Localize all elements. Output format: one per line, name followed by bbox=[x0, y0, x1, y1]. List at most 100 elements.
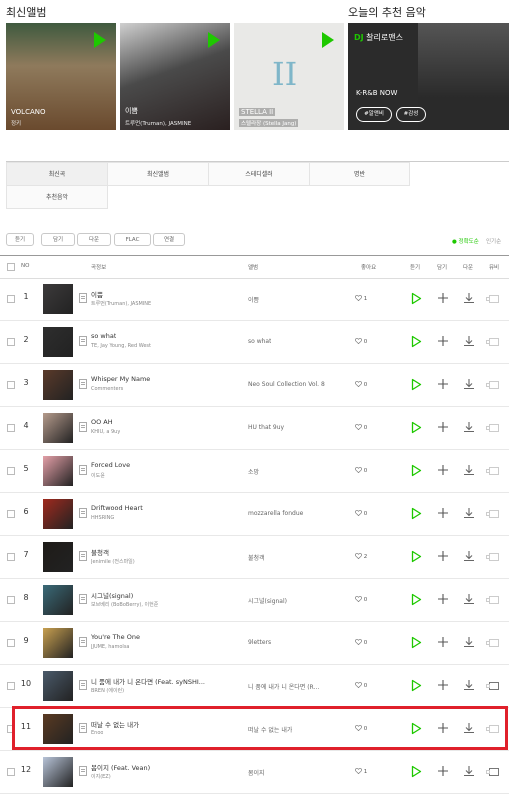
like-button[interactable]: 0 bbox=[355, 424, 367, 431]
sort-popularity[interactable]: 인기순 bbox=[486, 237, 501, 245]
download-icon[interactable] bbox=[463, 421, 475, 433]
add-icon[interactable] bbox=[437, 636, 449, 648]
song-title[interactable]: Whisper My Name bbox=[91, 375, 150, 383]
add-button[interactable]: 담기 bbox=[41, 233, 75, 246]
download-button[interactable]: 다운 bbox=[77, 233, 111, 246]
add-icon[interactable] bbox=[437, 421, 449, 433]
song-info-icon[interactable] bbox=[79, 465, 87, 475]
add-icon[interactable] bbox=[437, 464, 449, 476]
song-info-icon[interactable] bbox=[79, 551, 87, 561]
album-card[interactable]: VOLCANO 정키 bbox=[6, 23, 116, 130]
listen-button[interactable]: 듣기 bbox=[6, 233, 34, 246]
song-title[interactable]: 시그널(signal) bbox=[91, 590, 133, 600]
download-icon[interactable] bbox=[463, 464, 475, 476]
song-album[interactable]: 니 품에 내가 니 온다면 (R... bbox=[248, 682, 319, 691]
add-icon[interactable] bbox=[437, 292, 449, 304]
song-info-icon[interactable] bbox=[79, 508, 87, 518]
like-button[interactable]: 0 bbox=[355, 639, 367, 646]
add-icon[interactable] bbox=[437, 765, 449, 777]
tag-emotion[interactable]: #감성 bbox=[396, 107, 426, 122]
add-icon[interactable] bbox=[437, 378, 449, 390]
table-row[interactable]: 2 so what TE, Jay Young, Red West so what 0 bbox=[0, 320, 509, 364]
song-album[interactable]: Neo Soul Collection Vol. 8 bbox=[248, 381, 325, 388]
song-title[interactable]: 봄이지 (Feat. Vean) bbox=[91, 762, 150, 772]
tab-classics[interactable]: 명반 bbox=[309, 162, 410, 186]
play-icon[interactable] bbox=[94, 32, 106, 48]
download-icon[interactable] bbox=[463, 292, 475, 304]
play-icon[interactable] bbox=[411, 378, 422, 391]
like-button[interactable]: 0 bbox=[355, 682, 367, 689]
row-checkbox[interactable] bbox=[7, 768, 15, 776]
tab-latest-songs[interactable]: 최신곡 bbox=[6, 162, 108, 186]
like-button[interactable]: 0 bbox=[355, 596, 367, 603]
like-button[interactable]: 0 bbox=[355, 338, 367, 345]
album-art[interactable] bbox=[43, 542, 73, 572]
song-artist[interactable]: HHSRING bbox=[91, 515, 114, 521]
download-icon[interactable] bbox=[463, 378, 475, 390]
tag-rnb[interactable]: #알앤비 bbox=[356, 107, 392, 122]
play-icon[interactable] bbox=[411, 292, 422, 305]
song-title[interactable]: 니 품에 내가 니 온다면 (Feat. syNSHI... bbox=[91, 676, 205, 686]
download-icon[interactable] bbox=[463, 507, 475, 519]
add-icon[interactable] bbox=[437, 507, 449, 519]
song-album[interactable]: HU that 9uy bbox=[248, 424, 284, 431]
album-art[interactable] bbox=[43, 413, 73, 443]
play-icon[interactable] bbox=[411, 679, 422, 692]
play-icon[interactable] bbox=[322, 32, 334, 48]
song-album[interactable]: 봄이지 bbox=[248, 768, 265, 777]
table-row[interactable]: 10 니 품에 내가 니 온다면 (Feat. syNSHI... BREN (에이… bbox=[0, 664, 509, 708]
row-checkbox[interactable] bbox=[7, 639, 15, 647]
table-row[interactable]: 3 Whisper My Name Commenters Neo Soul Colle… bbox=[0, 363, 509, 407]
song-album[interactable]: 9letters bbox=[248, 639, 271, 646]
song-info-icon[interactable] bbox=[79, 637, 87, 647]
table-row[interactable]: 7 불청객 Jenimile (전스마일) 불청객 2 bbox=[0, 535, 509, 579]
song-title[interactable]: 이쁨 bbox=[91, 289, 103, 299]
song-title[interactable]: Forced Love bbox=[91, 461, 130, 469]
song-info-icon[interactable] bbox=[79, 336, 87, 346]
row-checkbox[interactable] bbox=[7, 596, 15, 604]
row-checkbox[interactable] bbox=[7, 381, 15, 389]
play-icon[interactable] bbox=[411, 765, 422, 778]
tab-latest-albums[interactable]: 최신앨범 bbox=[107, 162, 209, 186]
song-title[interactable]: You're The One bbox=[91, 633, 140, 641]
song-artist[interactable]: JJUME, hamolsa bbox=[91, 644, 129, 650]
play-icon[interactable] bbox=[411, 335, 422, 348]
play-icon[interactable] bbox=[208, 32, 220, 48]
song-artist[interactable]: 이지(EZ) bbox=[91, 773, 111, 780]
album-art[interactable] bbox=[43, 370, 73, 400]
download-icon[interactable] bbox=[463, 679, 475, 691]
row-checkbox[interactable] bbox=[7, 338, 15, 346]
song-artist[interactable]: BREN (에이런) bbox=[91, 687, 124, 694]
like-button[interactable]: 1 bbox=[355, 295, 367, 302]
play-icon[interactable] bbox=[411, 421, 422, 434]
song-title[interactable]: so what bbox=[91, 332, 116, 340]
like-button[interactable]: 1 bbox=[355, 768, 367, 775]
table-row[interactable]: 5 Forced Love 이도윤 소망 0 bbox=[0, 449, 509, 493]
mv-icon[interactable] bbox=[486, 682, 499, 690]
add-icon[interactable] bbox=[437, 679, 449, 691]
download-icon[interactable] bbox=[463, 593, 475, 605]
download-icon[interactable] bbox=[463, 550, 475, 562]
like-button[interactable]: 0 bbox=[355, 510, 367, 517]
album-art[interactable] bbox=[43, 499, 73, 529]
add-icon[interactable] bbox=[437, 335, 449, 347]
album-art[interactable] bbox=[43, 585, 73, 615]
album-card[interactable]: II STELLA II 스텔라장 (Stella Jang) bbox=[234, 23, 344, 130]
row-checkbox[interactable] bbox=[7, 553, 15, 561]
album-art[interactable] bbox=[43, 327, 73, 357]
table-row[interactable]: 12 봄이지 (Feat. Vean) 이지(EZ) 봄이지 1 bbox=[0, 750, 509, 794]
table-row[interactable]: 8 시그널(signal) 보브베리 (BoBoBerry), 이헌준 시그널(sig… bbox=[0, 578, 509, 622]
table-row[interactable]: 4 OO AH KHIU, a 9uy HU that 9uy 0 bbox=[0, 406, 509, 450]
song-album[interactable]: 시그널(signal) bbox=[248, 596, 287, 605]
row-checkbox[interactable] bbox=[7, 295, 15, 303]
ringtone-button[interactable]: 연결 bbox=[153, 233, 185, 246]
song-info-icon[interactable] bbox=[79, 379, 87, 389]
play-icon[interactable] bbox=[411, 636, 422, 649]
play-icon[interactable] bbox=[411, 593, 422, 606]
song-album[interactable]: mozzarella fondue bbox=[248, 510, 303, 517]
play-icon[interactable] bbox=[411, 507, 422, 520]
song-info-icon[interactable] bbox=[79, 680, 87, 690]
like-button[interactable]: 2 bbox=[355, 553, 367, 560]
song-album[interactable]: 불청객 bbox=[248, 553, 265, 562]
table-row[interactable]: 1 이쁨 트루먼(Truman), JASMINE 이쁨 1 bbox=[0, 277, 509, 321]
